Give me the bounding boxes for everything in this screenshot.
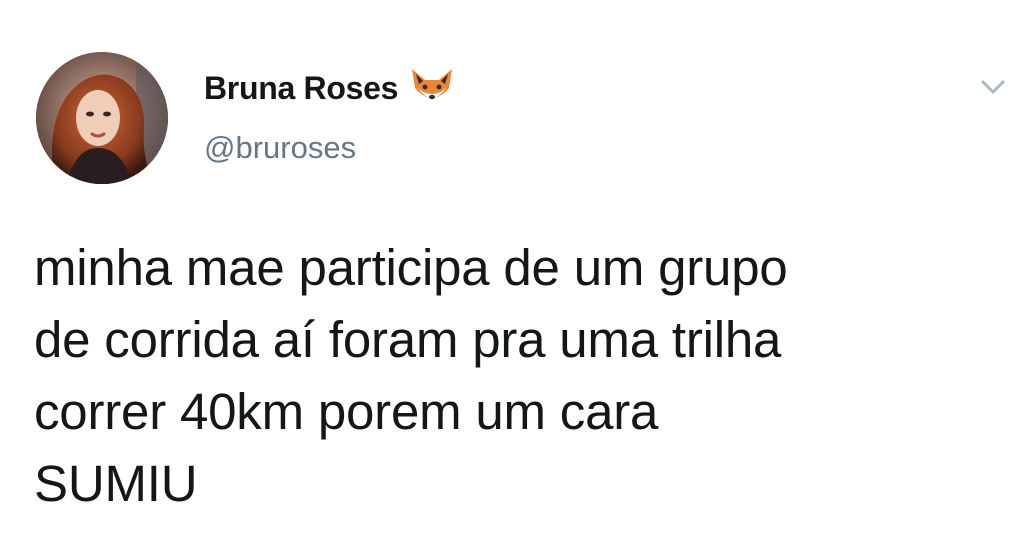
chevron-down-icon[interactable]: [978, 76, 1008, 98]
avatar[interactable]: [36, 52, 168, 184]
author-handle[interactable]: @bruroses: [204, 130, 356, 166]
tweet-text: minha mae participa de um grupo de corri…: [34, 232, 1004, 520]
tweet-card: Bruna Roses @bruroses minha mae particip…: [0, 0, 1024, 538]
author-display-name[interactable]: Bruna Roses: [204, 70, 398, 107]
tweet-text-line: de corrida aí foram pra uma trilha: [34, 311, 782, 368]
tweet-text-line: correr 40km porem um cara: [34, 383, 659, 440]
tweet-text-line: SUMIU: [34, 455, 198, 512]
avatar-image: [36, 52, 168, 184]
tweet-text-line: minha mae participa de um grupo: [34, 239, 788, 296]
fox-icon: [408, 66, 456, 110]
author-name-row: Bruna Roses: [204, 66, 456, 110]
